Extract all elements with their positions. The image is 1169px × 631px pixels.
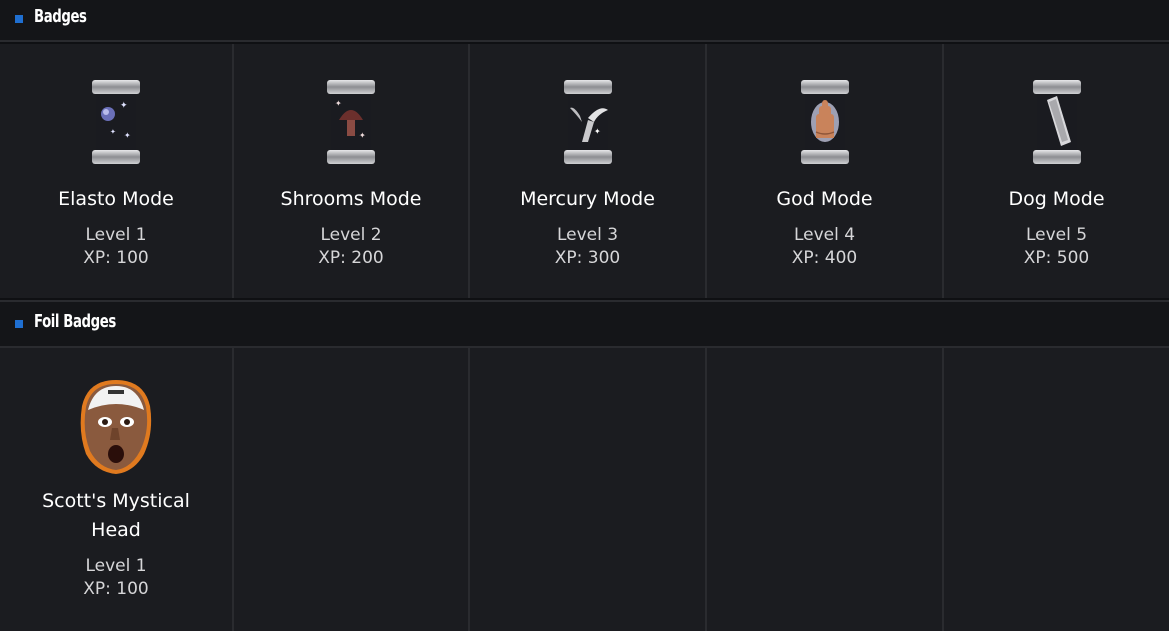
badge-level: Level 1 bbox=[85, 225, 147, 245]
badge-name: God Mode bbox=[776, 188, 873, 210]
badge-card[interactable]: God Mode Level 4 XP: 400 bbox=[707, 44, 944, 298]
badge-card[interactable]: Dog Mode Level 5 XP: 500 bbox=[944, 44, 1169, 298]
foil-badges-grid: Scott's Mystical Head Level 1 XP: 100 bbox=[0, 348, 1169, 631]
section-header-badges: Badges bbox=[0, 0, 1169, 42]
empty-badge-slot bbox=[234, 348, 470, 631]
badge-xp: XP: 200 bbox=[318, 248, 384, 268]
svg-text:✦: ✦ bbox=[124, 131, 131, 140]
badge-name: Shrooms Mode bbox=[280, 188, 422, 210]
badge-card[interactable]: ✦ ✦ Shrooms Mode Level 2 XP: 200 bbox=[234, 44, 470, 298]
badge-level: Level 5 bbox=[1025, 225, 1088, 245]
elasto-badge-icon: ✦ ✦ ✦ bbox=[92, 80, 140, 164]
section-header-foil-badges: Foil Badges bbox=[0, 300, 1169, 348]
svg-text:✦: ✦ bbox=[120, 101, 128, 111]
badge-name: Scott's Mystical Head bbox=[42, 490, 190, 541]
badge-xp: XP: 500 bbox=[1023, 248, 1090, 268]
scott-head-badge-icon bbox=[80, 380, 152, 474]
badge-card[interactable]: Scott's Mystical Head Level 1 XP: 100 bbox=[0, 348, 234, 631]
svg-text:✦: ✦ bbox=[335, 99, 342, 108]
svg-text:✦: ✦ bbox=[594, 127, 601, 136]
badge-level: Level 4 bbox=[793, 225, 856, 245]
badges-grid: ✦ ✦ ✦ Elasto Mode Level 1 XP: 100 ✦ ✦ Sh… bbox=[0, 44, 1169, 298]
badge-card[interactable]: ✦ ✦ ✦ Elasto Mode Level 1 XP: 100 bbox=[0, 44, 234, 298]
badge-name: Elasto Mode bbox=[58, 188, 174, 210]
svg-text:✦: ✦ bbox=[110, 128, 116, 136]
badge-name: Dog Mode bbox=[1008, 188, 1105, 210]
dog-badge-icon bbox=[1032, 80, 1081, 164]
badge-xp: XP: 100 bbox=[83, 579, 149, 599]
mercury-badge-icon: ✦ bbox=[563, 80, 612, 164]
badge-xp: XP: 400 bbox=[791, 248, 858, 268]
badge-xp: XP: 300 bbox=[554, 248, 621, 268]
badge-xp: XP: 100 bbox=[83, 248, 149, 268]
shrooms-badge-icon: ✦ ✦ bbox=[327, 80, 375, 164]
badge-card[interactable]: ✦ Mercury Mode Level 3 XP: 300 bbox=[470, 44, 707, 298]
empty-badge-slot bbox=[944, 348, 1169, 631]
empty-badge-slot bbox=[470, 348, 707, 631]
badge-level: Level 3 bbox=[556, 225, 619, 245]
empty-badge-slot bbox=[707, 348, 944, 631]
badge-level: Level 1 bbox=[85, 556, 147, 576]
section-title: Badges bbox=[34, 6, 87, 27]
section-title: Foil Badges bbox=[34, 311, 116, 332]
svg-text:✦: ✦ bbox=[359, 131, 366, 140]
section-bullet bbox=[15, 320, 23, 328]
section-bullet bbox=[15, 15, 23, 23]
badge-name: Mercury Mode bbox=[520, 188, 655, 210]
badge-level: Level 2 bbox=[320, 225, 382, 245]
god-badge-icon bbox=[800, 80, 849, 164]
